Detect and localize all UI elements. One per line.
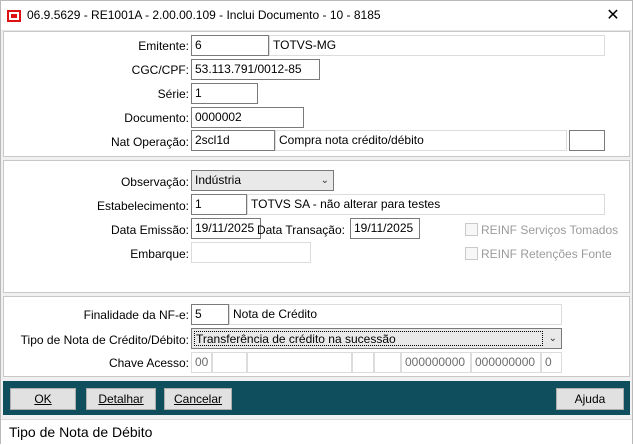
emitente-input[interactable]: 6 xyxy=(191,35,269,56)
ajuda-button[interactable]: Ajuda xyxy=(556,388,624,410)
chave-part-6[interactable]: 000000000 xyxy=(401,352,471,373)
chave-part-7[interactable]: 000000000 xyxy=(471,352,541,373)
nfe-panel: Finalidade da NF-e: 5 Nota de Crédito Ti… xyxy=(3,296,630,377)
data-transacao-label: Data Transação: xyxy=(256,223,345,237)
documento-label: Documento: xyxy=(124,111,189,125)
observacao-select[interactable]: Indústria ⌄ xyxy=(191,170,334,191)
cgc-label: CGC/CPF: xyxy=(131,63,189,77)
tipo-nota-value: Transferência de crédito na sucessão xyxy=(194,331,543,346)
data-emissao-label: Data Emissão: xyxy=(110,223,189,237)
chave-part-4[interactable] xyxy=(352,352,374,373)
close-icon[interactable]: ✕ xyxy=(598,1,628,31)
estabelecimento-name: TOTVS SA - não alterar para testes xyxy=(247,194,605,215)
chave-part-1[interactable]: 00 xyxy=(191,352,212,373)
chave-part-8[interactable]: 0 xyxy=(541,352,562,373)
chave-part-3[interactable] xyxy=(247,352,352,373)
nat-operacao-extra-input[interactable] xyxy=(569,130,605,151)
title-bar: 06.9.5629 - RE1001A - 2.00.00.109 - Incl… xyxy=(1,1,632,31)
cgc-input[interactable]: 53.113.791/0012-85 xyxy=(191,59,320,80)
estabelecimento-input[interactable]: 1 xyxy=(191,194,247,215)
chave-part-5[interactable] xyxy=(374,352,401,373)
serie-input[interactable]: 1 xyxy=(191,83,258,104)
checkbox-box-icon xyxy=(465,247,478,260)
embarque-input[interactable] xyxy=(191,242,311,263)
estabelecimento-label: Estabelecimento: xyxy=(96,199,189,213)
tipo-nota-label: Tipo de Nota de Crédito/Débito: xyxy=(20,333,189,347)
ajuda-button-label: Ajuda xyxy=(574,392,606,406)
nat-operacao-label: Nat Operação: xyxy=(110,135,189,149)
serie-label: Série: xyxy=(157,87,189,101)
chave-acesso-label: Chave Acesso: xyxy=(108,356,189,370)
ok-button[interactable]: OK xyxy=(10,388,76,410)
chevron-down-icon: ⌄ xyxy=(320,175,329,186)
reinf-retencoes-label: REINF Retenções Fonte xyxy=(481,247,612,261)
nat-operacao-input[interactable]: 2scl1d xyxy=(191,130,275,151)
reinf-servicos-label: REINF Serviços Tomados xyxy=(481,223,619,237)
observacao-label: Observação: xyxy=(120,175,189,189)
emitente-label: Emitente: xyxy=(138,39,189,53)
ok-button-label: OK xyxy=(34,392,52,406)
data-emissao-input[interactable]: 19/11/2025 xyxy=(191,218,261,239)
chevron-down-icon: ⌄ xyxy=(548,333,557,344)
embarque-label: Embarque: xyxy=(130,247,189,261)
finalidade-desc: Nota de Crédito xyxy=(229,304,562,325)
detalhar-button[interactable]: Detalhar xyxy=(86,388,156,410)
tipo-nota-select[interactable]: Transferência de crédito na sucessão ⌄ xyxy=(191,328,562,349)
observacao-value: Indústria xyxy=(195,173,242,187)
checkbox-box-icon xyxy=(465,223,478,236)
cancelar-button[interactable]: Cancelar xyxy=(164,388,232,410)
finalidade-label: Finalidade da NF-e: xyxy=(83,308,189,322)
nat-operacao-desc: Compra nota crédito/débito xyxy=(275,130,567,151)
finalidade-input[interactable]: 5 xyxy=(191,304,229,325)
status-bar: Tipo de Nota de Débito xyxy=(1,419,632,444)
button-toolbar: OK Detalhar Cancelar Ajuda xyxy=(3,381,630,415)
reinf-servicos-checkbox[interactable]: REINF Serviços Tomados xyxy=(465,223,618,237)
app-icon xyxy=(7,10,21,22)
documento-input[interactable]: 0000002 xyxy=(191,107,304,128)
document-details-panel: Observação: Indústria ⌄ Estabelecimento:… xyxy=(3,160,630,293)
emitente-name: TOTVS-MG xyxy=(269,35,605,56)
dialog-window: 06.9.5629 - RE1001A - 2.00.00.109 - Incl… xyxy=(0,0,633,444)
cancelar-button-label: Cancelar xyxy=(173,392,223,406)
document-header-panel: Emitente: 6 TOTVS-MG CGC/CPF: 53.113.791… xyxy=(3,31,630,157)
data-transacao-input[interactable]: 19/11/2025 xyxy=(350,218,420,239)
window-title: 06.9.5629 - RE1001A - 2.00.00.109 - Incl… xyxy=(27,8,381,22)
detalhar-button-label: Detalhar xyxy=(98,392,144,406)
reinf-retencoes-checkbox[interactable]: REINF Retenções Fonte xyxy=(465,247,612,261)
chave-part-2[interactable] xyxy=(212,352,247,373)
